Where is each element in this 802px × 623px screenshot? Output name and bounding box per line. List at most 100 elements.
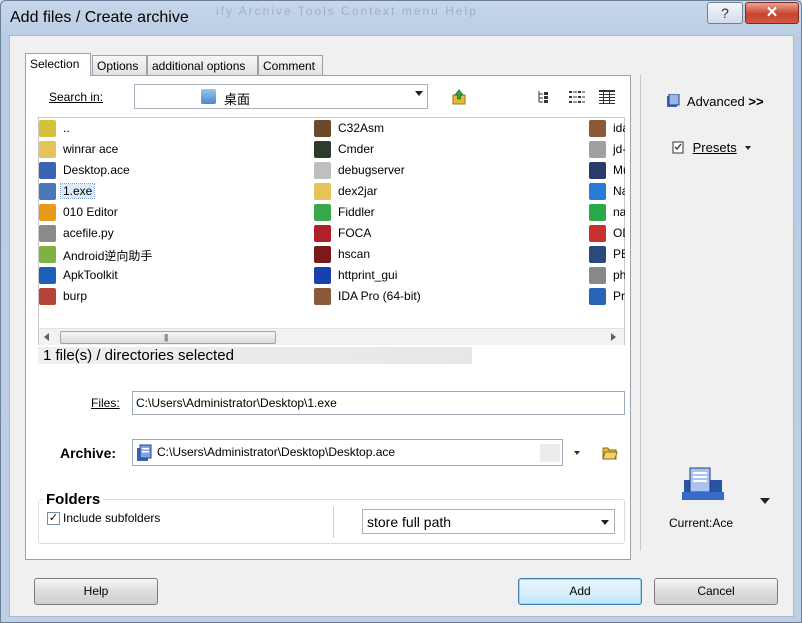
chevron-down-icon[interactable] xyxy=(574,451,580,455)
ph-icon xyxy=(589,267,606,284)
horizontal-scrollbar[interactable]: ||| xyxy=(39,328,624,345)
file-list-item[interactable]: Mu xyxy=(589,161,625,181)
desktop-folder-icon xyxy=(201,89,216,104)
file-list-item[interactable]: OD xyxy=(589,224,625,244)
list-view-icon[interactable] xyxy=(569,90,585,104)
file-list-item[interactable]: Desktop.ace xyxy=(39,161,299,181)
title-bar[interactable]: ify Archive Tools Context menu Help Add … xyxy=(1,1,801,35)
file-list-item[interactable]: na xyxy=(589,203,625,223)
file-list-item[interactable]: Pro xyxy=(589,287,625,307)
tab-selection[interactable]: Selection xyxy=(25,53,91,76)
file-list-item[interactable]: hscan xyxy=(314,245,564,265)
file-list-item[interactable]: 010 Editor xyxy=(39,203,299,223)
current-profile-label: Current:Ace xyxy=(669,516,734,530)
file-list-item[interactable]: ApkToolkit xyxy=(39,266,299,286)
ida-icon xyxy=(589,120,606,137)
jd-gui-icon xyxy=(589,141,606,158)
close-button[interactable]: ✕ xyxy=(745,2,799,24)
advanced-suffix: >> xyxy=(748,94,764,109)
up-folder-icon[interactable] xyxy=(451,89,467,105)
chevron-down-icon[interactable] xyxy=(415,91,423,96)
tree-view-icon[interactable] xyxy=(537,90,551,104)
cancel-button[interactable]: Cancel xyxy=(654,578,778,605)
folder-icon xyxy=(314,183,331,200)
file-list-item[interactable]: FOCA xyxy=(314,224,564,244)
chevron-down-icon[interactable] xyxy=(601,520,609,525)
file-list-item[interactable]: jd- xyxy=(589,140,625,160)
android-icon xyxy=(39,246,56,263)
browse-folder-icon[interactable] xyxy=(602,446,618,460)
file-name: 1.exe xyxy=(59,183,96,199)
files-label: Files: xyxy=(91,396,120,410)
archive-history-dropdown[interactable] xyxy=(566,442,586,464)
tab-comment[interactable]: Comment xyxy=(258,55,323,75)
file-list-item[interactable]: C32Asm xyxy=(314,119,564,139)
file-name: Cmder xyxy=(338,142,375,156)
python-file-icon xyxy=(39,225,56,242)
scroll-right-icon[interactable] xyxy=(611,333,616,341)
chevron-down-icon xyxy=(745,146,752,150)
file-name: na xyxy=(613,205,625,219)
tab-additional-options[interactable]: additional options xyxy=(147,55,258,75)
include-subfolders-label[interactable]: Include subfolders xyxy=(63,511,160,525)
file-list-item[interactable]: .. xyxy=(39,119,299,139)
exe-icon xyxy=(39,183,56,200)
file-name: FOCA xyxy=(338,226,372,240)
file-name: Pro xyxy=(613,289,625,303)
current-ace-icon[interactable] xyxy=(682,466,726,504)
pro-icon xyxy=(589,288,606,305)
add-button[interactable]: Add xyxy=(518,578,642,605)
background-menu-ghost: ify Archive Tools Context menu Help xyxy=(216,4,478,18)
file-list-item[interactable]: Android逆向助手 xyxy=(39,245,299,265)
file-list-item[interactable]: dex2jar xyxy=(314,182,564,202)
file-list-item[interactable]: Cmder xyxy=(314,140,564,160)
na-icon xyxy=(589,204,606,221)
file-name: C32Asm xyxy=(338,121,385,135)
file-list-item[interactable]: Na xyxy=(589,182,625,202)
file-list-item[interactable]: burp xyxy=(39,287,299,307)
archive-input[interactable]: C:\Users\Administrator\Desktop\Desktop.a… xyxy=(132,439,563,466)
file-list-item[interactable]: httprint_gui xyxy=(314,266,564,286)
file-list-item[interactable]: debugserver xyxy=(314,161,564,181)
mu-icon xyxy=(589,162,606,179)
file-list[interactable]: .. winrar ace Desktop.ace 1.exe 010 Editor ac… xyxy=(38,117,625,345)
tab-options[interactable]: Options xyxy=(92,55,147,75)
file-list-item[interactable]: ph xyxy=(589,266,625,286)
dialog-client-area: Selection Options additional options Com… xyxy=(9,35,794,617)
ollydbg-icon xyxy=(589,225,606,242)
advanced-button[interactable]: Advanced >> xyxy=(666,93,764,109)
details-view-icon[interactable] xyxy=(599,90,615,104)
current-dropdown-icon[interactable] xyxy=(760,498,770,504)
file-list-item[interactable]: acefile.py xyxy=(39,224,299,244)
ida-icon xyxy=(314,288,331,305)
file-name: debugserver xyxy=(338,163,405,177)
help-caption-button[interactable]: ? xyxy=(707,2,743,24)
file-list-item[interactable]: ida xyxy=(589,119,625,139)
files-input[interactable]: C:\Users\Administrator\Desktop\1.exe xyxy=(132,391,625,415)
file-name: ApkToolkit xyxy=(63,268,118,282)
archive-label: Archive: xyxy=(60,445,117,461)
help-button[interactable]: Help xyxy=(34,578,158,605)
file-list-item[interactable]: IDA Pro (64-bit) xyxy=(314,287,564,307)
scrollbar-thumb[interactable]: ||| xyxy=(60,331,276,344)
file-icon xyxy=(314,162,331,179)
archive-value: C:\Users\Administrator\Desktop\Desktop.a… xyxy=(157,445,396,459)
presets-button[interactable]: Presets xyxy=(672,140,752,155)
010-editor-icon xyxy=(39,204,56,221)
include-subfolders-checkbox[interactable]: ✓ xyxy=(47,512,60,525)
file-name: Mu xyxy=(613,163,625,177)
file-list-item[interactable]: PE xyxy=(589,245,625,265)
parent-dir-icon xyxy=(39,120,56,137)
ace-archive-icon xyxy=(136,444,154,462)
folders-title: Folders xyxy=(43,491,104,508)
file-list-item[interactable]: winrar ace xyxy=(39,140,299,160)
c32asm-icon xyxy=(314,120,331,137)
scroll-left-icon[interactable] xyxy=(44,333,49,341)
file-name: burp xyxy=(63,289,88,303)
folder-icon xyxy=(39,141,56,158)
file-name: ida xyxy=(613,121,625,135)
file-list-item[interactable]: 1.exe xyxy=(39,182,299,202)
search-in-combo[interactable]: 桌面 xyxy=(134,84,428,109)
path-mode-select[interactable]: store full path xyxy=(362,509,615,534)
file-list-item[interactable]: Fiddler xyxy=(314,203,564,223)
